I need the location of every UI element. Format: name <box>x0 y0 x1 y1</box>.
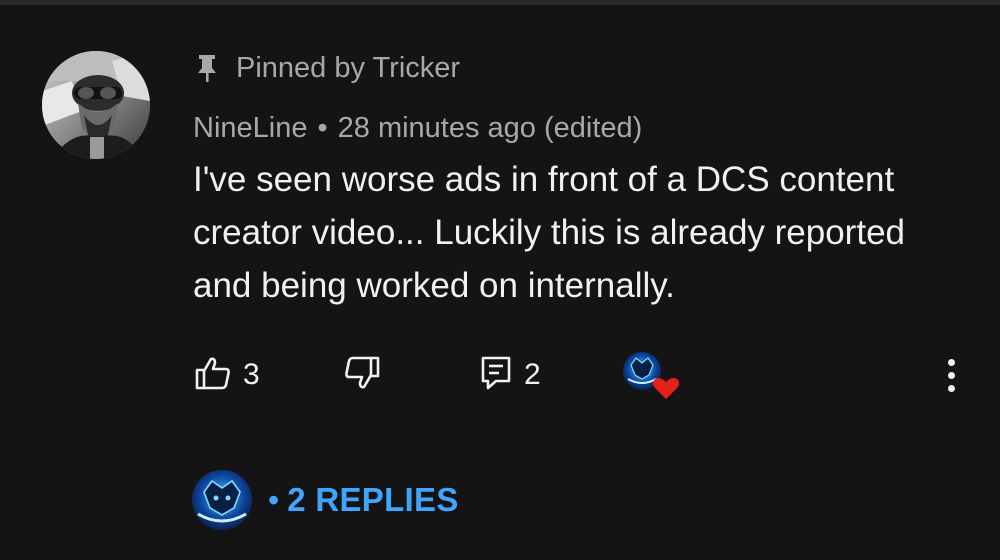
creator-heart-badge[interactable] <box>622 349 682 403</box>
meta-separator: • <box>317 111 328 144</box>
more-vertical-icon <box>947 358 955 366</box>
pinned-label: Pinned by Tricker <box>236 51 461 84</box>
thumbs-down-icon <box>344 356 380 395</box>
like-count: 3 <box>243 358 260 391</box>
comment-meta: NineLine • 28 minutes ago (edited) <box>193 109 642 147</box>
replies-label[interactable]: 2 REPLIES <box>287 481 458 519</box>
pinned-indicator: Pinned by Tricker <box>196 50 460 86</box>
comment-actions: 3 2 <box>0 345 1000 405</box>
dislike-button[interactable] <box>344 345 380 405</box>
replier-avatar <box>190 468 254 532</box>
commenter-avatar[interactable] <box>42 51 150 159</box>
top-divider <box>0 0 1000 5</box>
reply-count: 2 <box>524 358 541 391</box>
heart-icon <box>653 378 679 399</box>
comment-timestamp[interactable]: 28 minutes ago (edited) <box>338 112 643 145</box>
comment-author[interactable]: NineLine <box>193 112 307 145</box>
pin-icon <box>196 53 218 83</box>
comment-icon <box>480 355 512 396</box>
thumbs-up-icon <box>195 356 231 395</box>
more-vertical-icon <box>947 371 955 379</box>
view-replies-button[interactable]: • 2 REPLIES <box>190 468 459 532</box>
replies-separator: • <box>268 481 280 518</box>
more-options-button[interactable] <box>936 353 966 397</box>
more-vertical-icon <box>947 384 955 392</box>
comment-text: I've seen worse ads in front of a DCS co… <box>193 160 905 305</box>
reply-button[interactable]: 2 <box>480 345 541 405</box>
like-button[interactable]: 3 <box>195 345 260 405</box>
